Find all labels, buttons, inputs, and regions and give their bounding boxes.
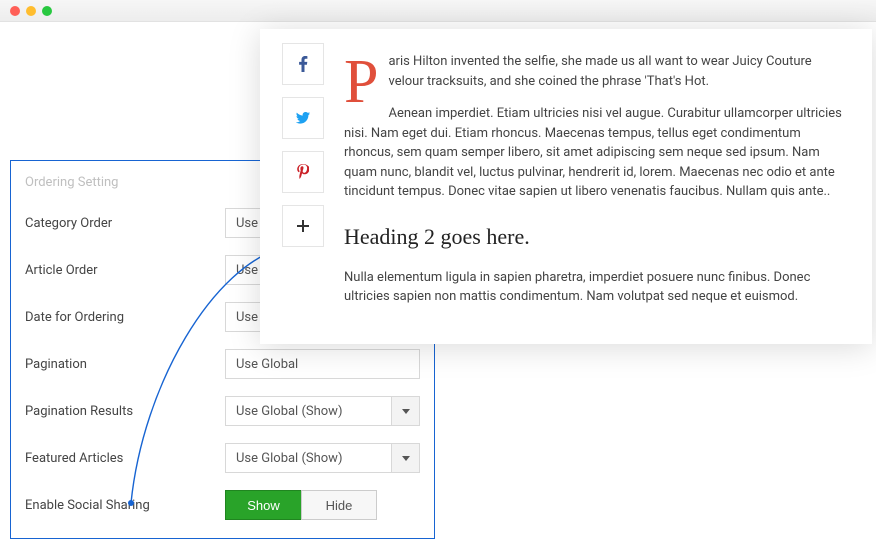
intro-paragraph: Paris Hilton invented the selfie, she ma… bbox=[344, 52, 842, 91]
article-content: Paris Hilton invented the selfie, she ma… bbox=[344, 39, 842, 320]
twitter-icon bbox=[296, 112, 310, 124]
twitter-button[interactable] bbox=[282, 97, 324, 139]
heading-2: Heading 2 goes here. bbox=[344, 224, 842, 250]
body-paragraph-2: Nulla elementum ligula in sapien pharetr… bbox=[344, 268, 842, 307]
date-ordering-label: Date for Ordering bbox=[25, 310, 225, 325]
chevron-down-icon[interactable] bbox=[391, 397, 419, 425]
pagination-results-select[interactable]: Use Global (Show) bbox=[225, 396, 420, 426]
dropcap: P bbox=[344, 52, 388, 109]
article-order-label: Article Order bbox=[25, 263, 225, 278]
pagination-results-label: Pagination Results bbox=[25, 404, 225, 419]
maximize-icon[interactable] bbox=[42, 6, 52, 16]
body-paragraph: Aenean imperdiet. Etiam ultricies nisi v… bbox=[344, 104, 842, 202]
window-chrome bbox=[0, 0, 876, 22]
chevron-down-icon[interactable] bbox=[391, 444, 419, 472]
featured-articles-label: Featured Articles bbox=[25, 451, 225, 466]
social-sharing-toggle: Show Hide bbox=[225, 490, 377, 520]
category-order-label: Category Order bbox=[25, 216, 225, 231]
pinterest-button[interactable] bbox=[282, 151, 324, 193]
more-share-button[interactable] bbox=[282, 205, 324, 247]
pagination-select[interactable]: Use Global bbox=[225, 349, 420, 379]
featured-articles-select[interactable]: Use Global (Show) bbox=[225, 443, 420, 473]
intro-text: aris Hilton invented the selfie, she mad… bbox=[388, 54, 811, 89]
select-value: Use Global (Show) bbox=[226, 404, 391, 419]
select-value: Use Global bbox=[236, 357, 298, 372]
close-icon[interactable] bbox=[10, 6, 20, 16]
facebook-icon bbox=[298, 56, 308, 72]
pinterest-icon bbox=[297, 164, 309, 180]
hide-button[interactable]: Hide bbox=[301, 490, 377, 520]
pagination-label: Pagination bbox=[25, 357, 225, 372]
show-button[interactable]: Show bbox=[225, 490, 301, 520]
article-preview: Paris Hilton invented the selfie, she ma… bbox=[260, 29, 872, 344]
facebook-button[interactable] bbox=[282, 43, 324, 85]
select-value: Use Global (Show) bbox=[226, 451, 391, 466]
plus-icon bbox=[297, 220, 309, 232]
social-sharing-label: Enable Social Sharing bbox=[25, 498, 225, 513]
social-share-column bbox=[260, 39, 324, 320]
minimize-icon[interactable] bbox=[26, 6, 36, 16]
